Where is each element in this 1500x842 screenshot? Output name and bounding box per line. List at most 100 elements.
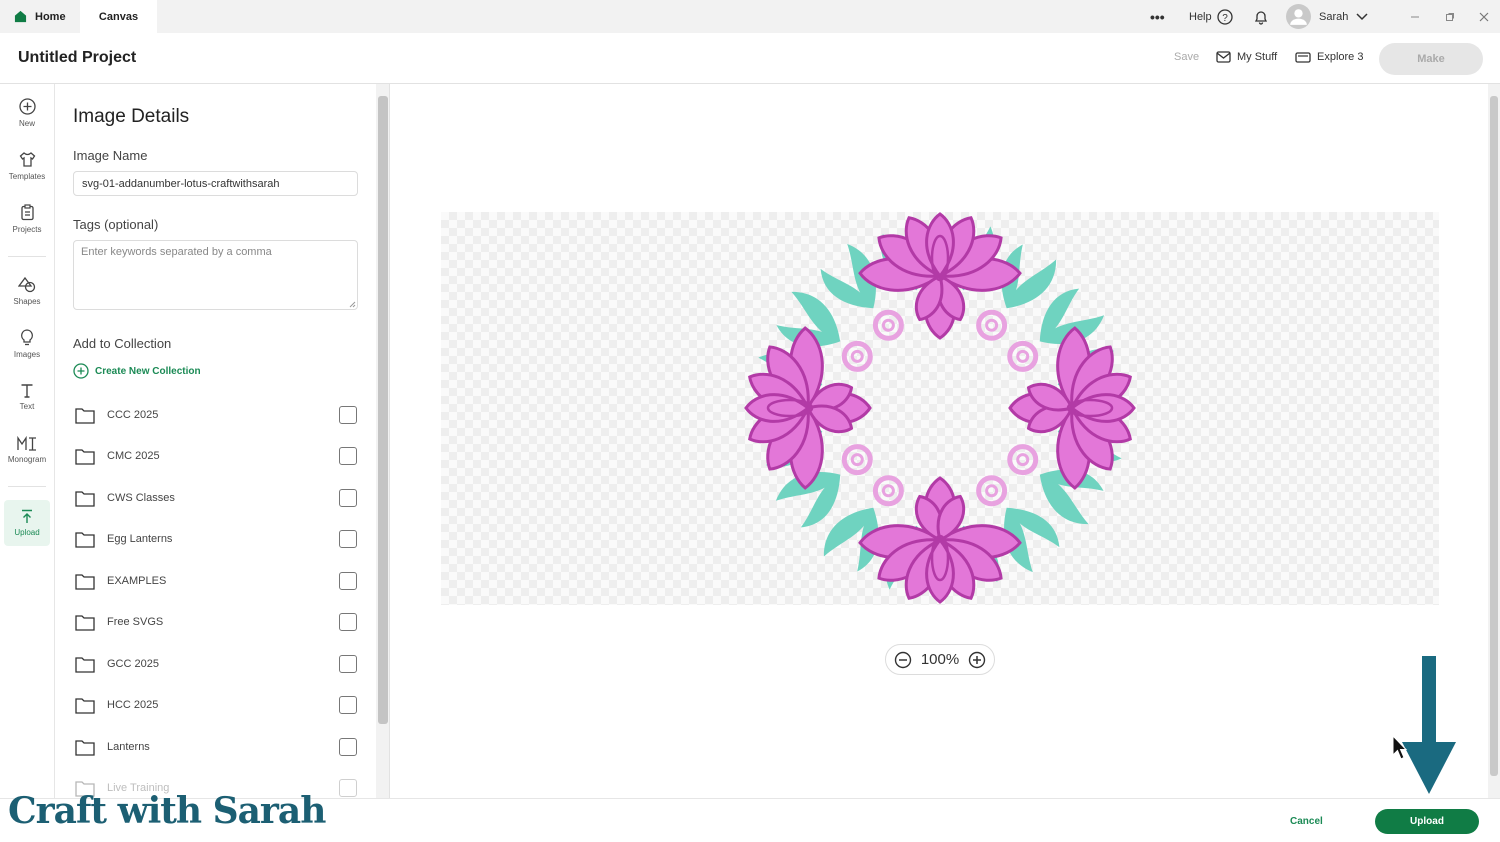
collection-checkbox[interactable] — [339, 406, 357, 424]
maximize-icon — [1446, 12, 1454, 21]
folder-icon — [75, 531, 95, 548]
lotus-flower — [1008, 326, 1136, 490]
toolbar-projects-label: Projects — [12, 225, 42, 234]
collection-name: EXAMPLES — [107, 575, 167, 587]
tab-home-label: Home — [35, 10, 66, 23]
text-icon — [21, 384, 33, 398]
my-stuff-button[interactable]: My Stuff — [1216, 51, 1277, 63]
toolbar-images-label: Images — [13, 350, 41, 359]
collection-checkbox[interactable] — [339, 738, 357, 756]
collection-name: CCC 2025 — [107, 409, 159, 421]
collection-name: CMC 2025 — [107, 450, 160, 462]
envelope-icon — [1216, 51, 1231, 63]
tags-label: Tags (optional) — [73, 217, 159, 232]
collection-row[interactable]: CCC 2025 — [75, 400, 359, 430]
tshirt-icon — [19, 152, 35, 167]
panel-scroll-thumb[interactable] — [378, 96, 388, 724]
toolbar-templates[interactable]: Templates — [4, 143, 50, 189]
zoom-out-icon[interactable] — [894, 651, 912, 669]
folder-icon — [75, 573, 95, 590]
swirl-shape — [976, 444, 1039, 507]
collection-checkbox[interactable] — [339, 613, 357, 631]
resize-handle-icon[interactable] — [349, 301, 356, 308]
panel-scrollbar[interactable] — [376, 84, 390, 798]
panel-title: Image Details — [73, 106, 190, 127]
collection-name: Egg Lanterns — [107, 533, 173, 545]
cancel-button[interactable]: Cancel — [1290, 816, 1323, 827]
shapes-icon — [18, 276, 36, 293]
svg-text:?: ? — [1222, 13, 1228, 24]
user-menu[interactable]: Sarah — [1286, 0, 1368, 33]
collection-checkbox[interactable] — [339, 779, 357, 797]
tab-canvas-label: Canvas — [98, 10, 139, 23]
zoom-in-icon[interactable] — [968, 651, 986, 669]
folder-icon — [75, 656, 95, 673]
plus-circle-icon — [18, 98, 36, 115]
user-name: Sarah — [1319, 10, 1349, 23]
lotus-mandala-image — [744, 212, 1136, 604]
tags-textarea[interactable]: Enter keywords separated by a comma — [73, 240, 358, 310]
help-button[interactable]: Help ? — [1189, 0, 1233, 33]
collection-checkbox[interactable] — [339, 447, 357, 465]
maximize-button[interactable] — [1445, 0, 1455, 33]
collection-checkbox[interactable] — [339, 655, 357, 673]
toolbar-text[interactable]: Text — [4, 374, 50, 420]
project-title[interactable]: Untitled Project — [18, 49, 136, 67]
toolbar-new[interactable]: New — [4, 90, 50, 136]
close-window-button[interactable] — [1479, 0, 1489, 33]
lightbulb-icon — [21, 329, 33, 346]
toolbar-new-label: New — [18, 119, 35, 128]
folder-icon — [75, 407, 95, 424]
collection-row[interactable]: CMC 2025 — [75, 441, 359, 471]
project-header: Untitled Project Save My Stuff Explore 3… — [0, 33, 1500, 84]
swirl-shape — [976, 309, 1039, 372]
collection-name: GCC 2025 — [107, 658, 159, 670]
canvas-scroll-thumb[interactable] — [1490, 96, 1498, 776]
more-menu-button[interactable]: ••• — [1150, 0, 1165, 33]
make-button[interactable]: Make — [1379, 43, 1483, 75]
create-collection-label: Create New Collection — [95, 365, 201, 377]
toolbar-shapes[interactable]: Shapes — [4, 268, 50, 314]
arrow-down-icon — [1402, 656, 1456, 794]
upload-button[interactable]: Upload — [1375, 809, 1479, 834]
help-label: Help — [1189, 10, 1212, 23]
avatar — [1286, 4, 1311, 29]
collection-name: CWS Classes — [107, 492, 175, 504]
notifications-button[interactable] — [1253, 0, 1269, 33]
collection-checkbox[interactable] — [339, 696, 357, 714]
collection-name: Free SVGS — [107, 616, 164, 628]
machine-select[interactable]: Explore 3 — [1295, 51, 1363, 63]
collection-name: Lanterns — [107, 741, 150, 753]
toolbar-images[interactable]: Images — [4, 321, 50, 367]
collection-row[interactable]: CWS Classes — [75, 483, 359, 513]
minimize-button[interactable] — [1410, 0, 1420, 33]
watermark: Craft with Sarah — [8, 790, 326, 832]
lotus-flower — [858, 212, 1022, 340]
mouse-cursor-icon — [1392, 735, 1408, 760]
collection-row[interactable]: Egg Lanterns — [75, 524, 359, 554]
bell-icon — [1254, 10, 1268, 25]
tab-canvas[interactable]: Canvas — [80, 0, 157, 33]
image-name-input[interactable]: svg-01-addanumber-lotus-craftwithsarah — [73, 171, 358, 196]
collection-row[interactable]: GCC 2025 — [75, 649, 359, 679]
collection-name: HCC 2025 — [107, 699, 159, 711]
clipboard-icon — [20, 204, 34, 221]
create-collection-link[interactable]: Create New Collection — [73, 363, 201, 379]
collection-checkbox[interactable] — [339, 489, 357, 507]
save-button[interactable]: Save — [1174, 51, 1199, 63]
collection-row[interactable]: Lanterns — [75, 732, 359, 762]
toolbar-monogram[interactable]: Monogram — [4, 427, 50, 473]
add-collection-label: Add to Collection — [73, 336, 172, 351]
tab-home[interactable]: Home — [14, 0, 66, 33]
close-icon — [1479, 12, 1489, 21]
collection-checkbox[interactable] — [339, 530, 357, 548]
canvas-scrollbar[interactable] — [1488, 84, 1500, 798]
collection-row[interactable]: EXAMPLES — [75, 566, 359, 596]
collection-row[interactable]: Free SVGS — [75, 607, 359, 637]
toolbar-upload[interactable]: Upload — [4, 500, 50, 546]
collection-row[interactable]: HCC 2025 — [75, 690, 359, 720]
toolbar-projects[interactable]: Projects — [4, 196, 50, 242]
folder-icon — [75, 739, 95, 756]
canvas-area: 100% — [391, 84, 1488, 798]
collection-checkbox[interactable] — [339, 572, 357, 590]
